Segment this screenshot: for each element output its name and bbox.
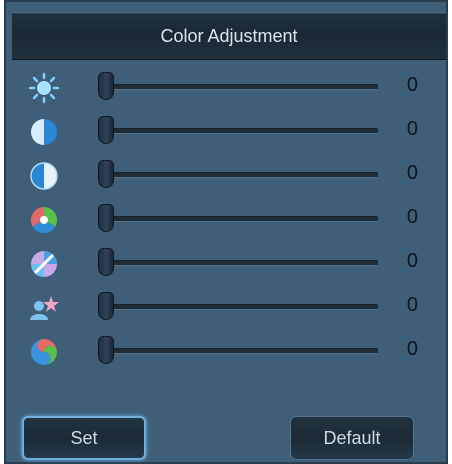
color-cycle-value: 0 (406, 338, 418, 360)
color-cycle-slider-track[interactable] (98, 336, 378, 364)
sharpness-value: 0 (406, 250, 418, 272)
saturation-slider-thumb[interactable] (98, 160, 114, 188)
brightness-sun-icon (28, 72, 60, 104)
sharpness-icon (28, 248, 60, 280)
hue-value: 0 (406, 206, 418, 228)
brightness-slider-track[interactable] (98, 72, 378, 100)
contrast-slider-track[interactable] (98, 116, 378, 144)
contrast-value: 0 (406, 118, 418, 140)
color-adjustment-panel: Color Adjustment 0 0 0 0 0 0 0 Set Defau… (4, 0, 448, 464)
skin-tone-slider-track[interactable] (98, 292, 378, 320)
slider-row-hue: 0 (6, 200, 450, 240)
panel-title: Color Adjustment (12, 12, 446, 60)
default-button[interactable]: Default (290, 416, 414, 460)
slider-row-skin-tone: 0 (6, 288, 450, 328)
sharpness-slider-thumb[interactable] (98, 248, 114, 276)
brightness-value: 0 (406, 74, 418, 96)
skin-tone-slider-thumb[interactable] (98, 292, 114, 320)
hue-slider-track[interactable] (98, 204, 378, 232)
slider-row-brightness: 0 (6, 68, 450, 108)
color-cycle-slider-thumb[interactable] (98, 336, 114, 364)
hue-slider-thumb[interactable] (98, 204, 114, 232)
person-star-icon (28, 292, 60, 324)
slider-row-color-cycle: 0 (6, 332, 450, 372)
sharpness-slider-track[interactable] (98, 248, 378, 276)
set-button[interactable]: Set (22, 416, 146, 460)
color-swirl-icon (28, 336, 60, 368)
contrast-icon (28, 116, 60, 148)
hue-rgb-icon (28, 204, 60, 236)
brightness-slider-thumb[interactable] (98, 72, 114, 100)
contrast-slider-thumb[interactable] (98, 116, 114, 144)
skin-tone-value: 0 (406, 294, 418, 316)
slider-row-sharpness: 0 (6, 244, 450, 284)
slider-row-saturation: 0 (6, 156, 450, 196)
slider-row-contrast: 0 (6, 112, 450, 152)
saturation-slider-track[interactable] (98, 160, 378, 188)
saturation-icon (28, 160, 60, 192)
saturation-value: 0 (406, 162, 418, 184)
